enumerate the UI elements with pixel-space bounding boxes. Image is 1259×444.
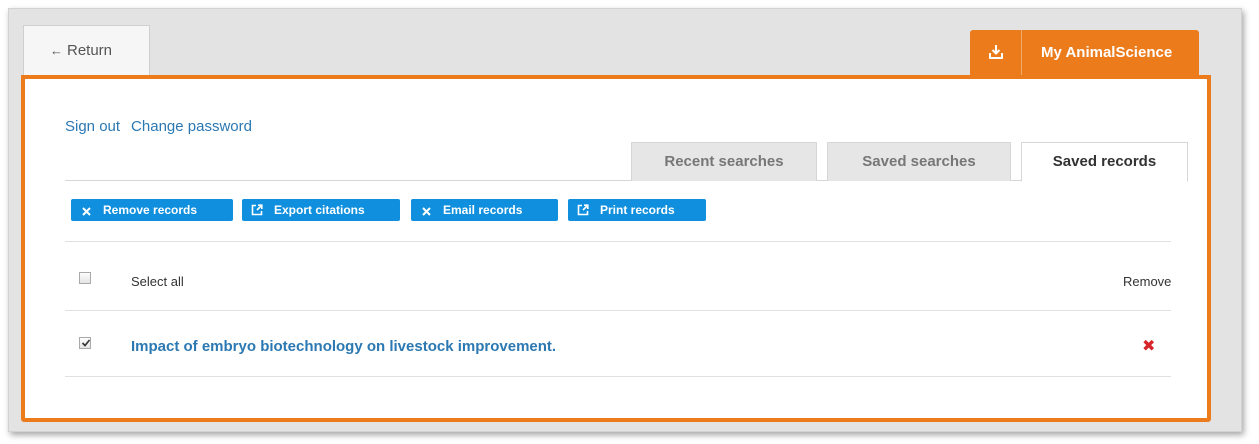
download-tray-icon [988,44,1004,60]
record-title-link[interactable]: Impact of embryo biotechnology on livest… [131,338,556,355]
print-records-button[interactable]: Print records [568,199,706,221]
email-records-label: Email records [443,203,523,217]
remove-records-button[interactable]: Remove records [71,199,233,221]
remove-column-header: Remove [1123,274,1172,289]
select-all-checkbox[interactable] [79,272,91,284]
export-citations-button[interactable]: Export citations [242,199,400,221]
x-icon [419,199,433,221]
account-links: Sign out Change password [65,118,252,135]
remove-records-label: Remove records [103,203,198,217]
checkmark-icon [81,339,91,347]
tab-recent-searches[interactable]: Recent searches [631,142,817,181]
tab-saved-searches[interactable]: Saved searches [827,142,1011,181]
export-icon [576,199,590,221]
account-panel: Sign out Change password Recent searches … [21,75,1211,422]
divider [65,241,1171,242]
divider [65,376,1171,377]
page-frame: ← Return My AnimalScience Sign out Change … [8,8,1242,432]
my-animalscience-tab[interactable]: My AnimalScience [970,30,1199,75]
record-checkbox[interactable] [79,337,91,349]
my-tab-label: My AnimalScience [1041,44,1173,61]
change-password-link[interactable]: Change password [131,118,252,135]
email-records-button[interactable]: Email records [411,199,558,221]
remove-record-icon[interactable]: ✖ [1142,336,1155,356]
print-records-label: Print records [600,203,675,217]
x-icon [79,199,93,221]
return-label: Return [67,42,113,59]
export-citations-label: Export citations [274,203,365,217]
return-tab[interactable]: ← Return [23,25,150,75]
export-icon [250,199,264,221]
select-all-label: Select all [131,274,184,289]
tab-saved-records[interactable]: Saved records [1021,142,1188,182]
divider [65,310,1171,311]
back-arrow-icon: ← [50,43,63,58]
tab-separator [1021,30,1022,75]
sign-out-link[interactable]: Sign out [65,118,120,135]
